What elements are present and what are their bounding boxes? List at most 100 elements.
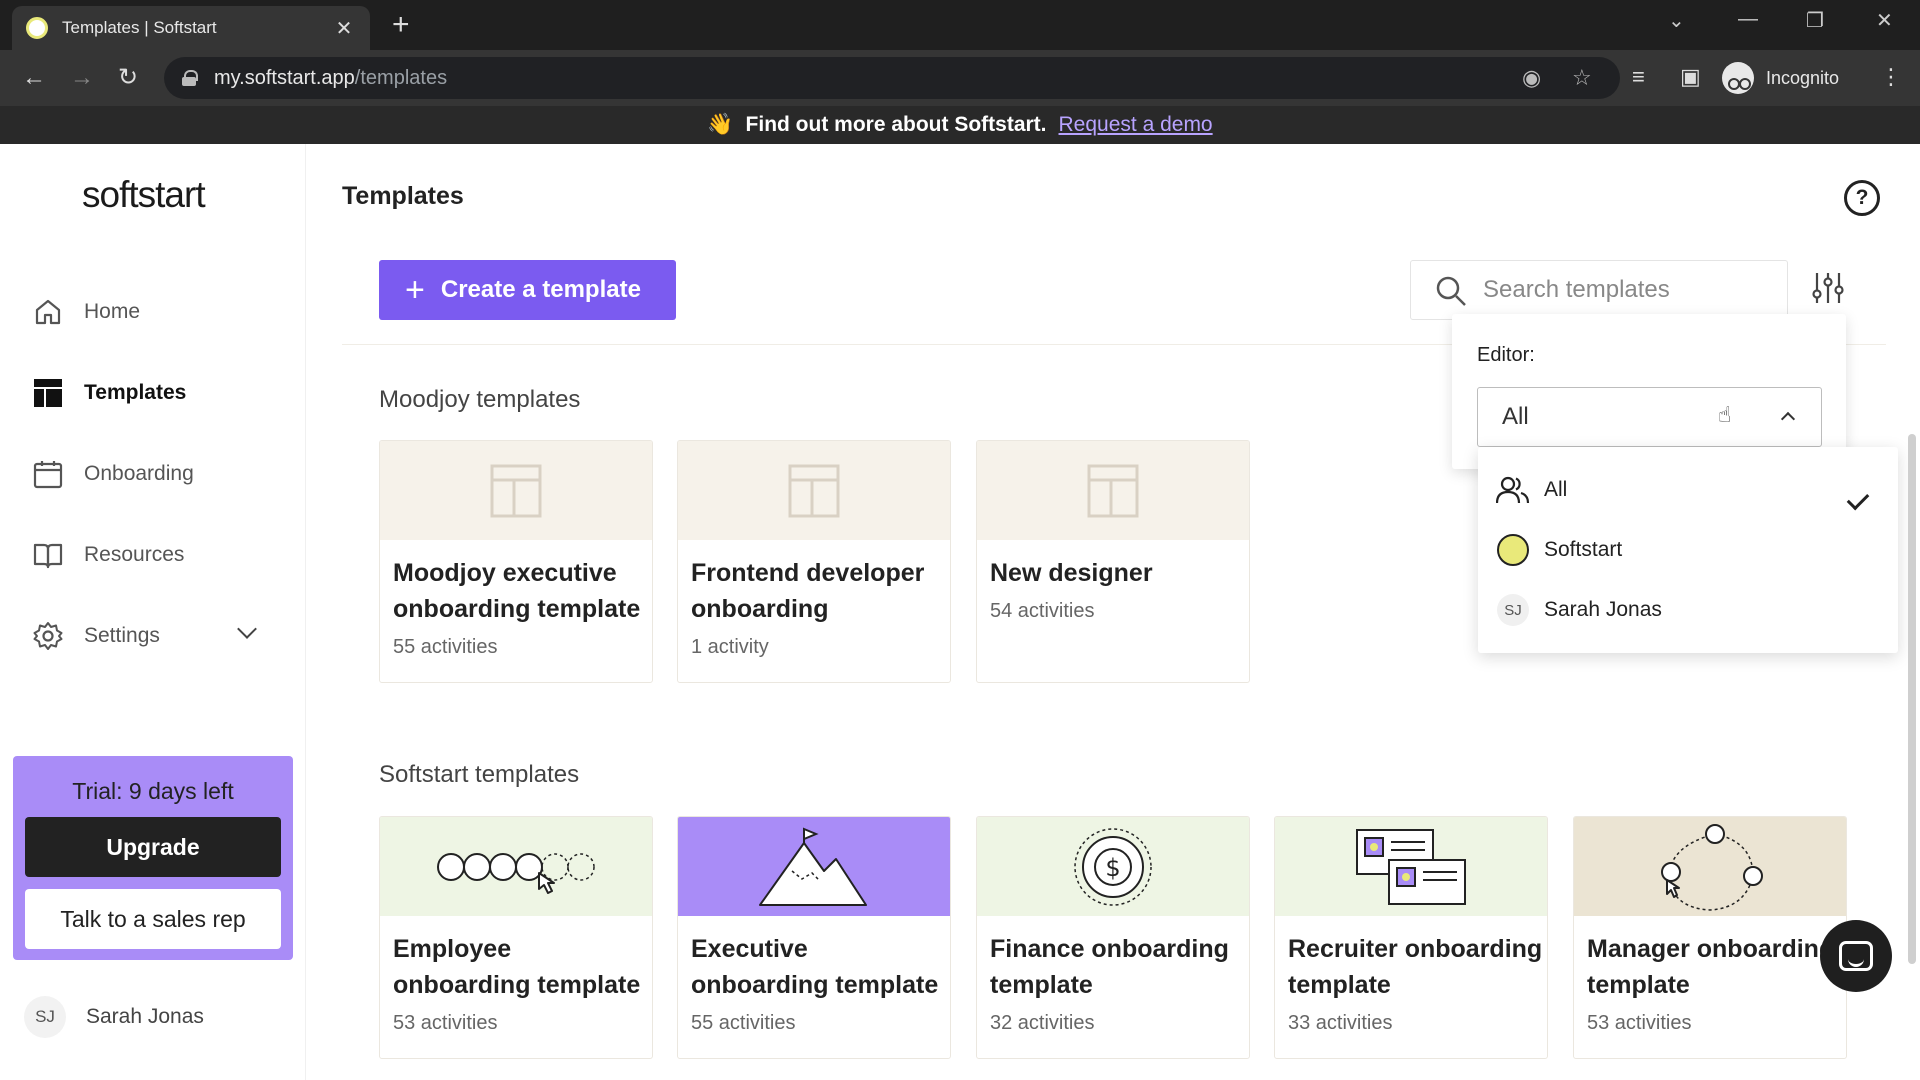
help-icon[interactable]: ? (1844, 180, 1880, 216)
sidebar-item-label: Home (84, 300, 141, 323)
request-demo-link[interactable]: Request a demo (1059, 113, 1213, 137)
softstart-favicon-icon (26, 17, 48, 39)
reload-icon[interactable]: ↻ (118, 64, 138, 92)
template-card-activity-count: 33 activities (1288, 1012, 1393, 1034)
template-card-activity-count: 55 activities (691, 1012, 796, 1034)
incognito-indicator[interactable]: Incognito (1722, 57, 1839, 99)
user-name: Sarah Jonas (86, 1005, 204, 1028)
new-tab-icon[interactable]: + (392, 10, 410, 40)
sidebar-item-label: Resources (84, 543, 185, 566)
browser-tab[interactable]: Templates | Softstart ✕ (12, 6, 370, 50)
create-template-label: Create a template (440, 276, 641, 303)
template-card-activity-count: 32 activities (990, 1012, 1095, 1034)
dollar-coin-illustration-icon: $ (977, 817, 1249, 916)
section-title-softstart: Softstart templates (379, 761, 580, 788)
svg-text:$: $ (1105, 854, 1120, 882)
softstart-logo-icon (1496, 533, 1530, 567)
template-card-title: New designer (990, 559, 1153, 587)
bookmark-star-icon[interactable]: ☆ (1572, 65, 1592, 91)
editor-filter-label: Editor: (1477, 344, 1535, 366)
upgrade-button[interactable]: Upgrade (25, 817, 281, 877)
forward-icon[interactable]: → (70, 64, 94, 92)
editor-filter-popover: Editor: All ☝ (1452, 314, 1846, 469)
option-label: Softstart (1544, 538, 1623, 561)
editor-option-sarah-jonas[interactable]: SJ Sarah Jonas (1496, 588, 1662, 632)
template-card[interactable]: $ Finance onboarding template 32 activit… (976, 816, 1250, 1059)
template-card-activity-count: 55 activities (393, 636, 498, 658)
filter-sliders-icon[interactable] (1810, 270, 1846, 306)
close-window-icon[interactable]: ✕ (1876, 8, 1893, 33)
user-profile[interactable]: SJ Sarah Jonas (24, 996, 204, 1038)
mountain-flag-illustration-icon (678, 817, 950, 916)
connected-nodes-illustration-icon (1574, 817, 1846, 916)
template-card[interactable]: Manager onboarding template 53 activitie… (1573, 816, 1847, 1059)
media-control-icon[interactable]: ≡ (1632, 64, 1645, 90)
chat-launcher-button[interactable] (1820, 920, 1892, 992)
gear-icon (32, 620, 64, 652)
template-card-title: Manager onboarding template (1587, 935, 1835, 999)
restore-icon[interactable]: ❐ (1806, 8, 1824, 33)
editor-select-value: All (1502, 403, 1529, 430)
template-card-activity-count: 53 activities (393, 1012, 498, 1034)
talk-to-sales-button[interactable]: Talk to a sales rep (25, 889, 281, 949)
trial-card: Trial: 9 days left Upgrade Talk to a sal… (13, 756, 293, 960)
tab-search-icon[interactable]: ⌄ (1668, 8, 1685, 33)
sidebar-item-settings[interactable]: Settings (32, 616, 160, 656)
plus-icon: + (405, 271, 425, 309)
candidate-profiles-illustration-icon (1275, 817, 1547, 916)
search-templates-input[interactable]: Search templates (1410, 260, 1788, 320)
chevron-up-icon[interactable] (1780, 411, 1796, 427)
section-title-moodjoy: Moodjoy templates (379, 386, 581, 413)
avatar: SJ (24, 996, 66, 1038)
sidebar-item-home[interactable]: Home (32, 292, 140, 332)
side-panel-icon[interactable]: ▣ (1680, 64, 1701, 90)
minimize-icon[interactable]: — (1738, 8, 1758, 31)
sidebar-item-label: Templates (84, 381, 187, 404)
layout-placeholder-icon (678, 441, 950, 540)
clicking-circles-illustration-icon (380, 817, 652, 916)
close-tab-icon[interactable]: ✕ (332, 16, 356, 41)
announcement-banner: 👋 Find out more about Softstart. Request… (0, 106, 1920, 144)
template-card[interactable]: Moodjoy executive onboarding template 55… (379, 440, 653, 683)
browser-menu-icon[interactable]: ⋮ (1880, 64, 1902, 90)
layout-placeholder-icon (380, 441, 652, 540)
sidebar-item-resources[interactable]: Resources (32, 535, 184, 575)
lock-icon (182, 70, 198, 86)
incognito-icon (1722, 62, 1754, 94)
editor-select[interactable]: All ☝ (1477, 387, 1822, 447)
sidebar-item-label: Settings (84, 624, 160, 647)
sidebar-item-templates[interactable]: Templates (32, 373, 186, 413)
softstart-logo[interactable]: softstart (82, 174, 206, 216)
create-template-button[interactable]: + Create a template (379, 260, 676, 320)
settings-expand-chevron-icon[interactable] (237, 619, 257, 639)
search-icon (1436, 276, 1466, 306)
layout-placeholder-icon (977, 441, 1249, 540)
sidebar-item-onboarding[interactable]: Onboarding (32, 454, 194, 494)
editor-options-list: All Softstart SJ Sarah Jonas (1478, 447, 1898, 653)
banner-text: Find out more about Softstart. (745, 113, 1047, 136)
calendar-icon (32, 458, 64, 490)
template-card-title: Recruiter onboarding template (1288, 935, 1543, 999)
url-path: /templates (354, 66, 448, 89)
editor-option-all[interactable]: All (1496, 468, 1567, 512)
users-icon (1496, 473, 1530, 507)
template-card-title: Executive onboarding template (691, 935, 939, 999)
template-card-title: Moodjoy executive onboarding template (393, 559, 641, 623)
template-card[interactable]: Frontend developer onboarding 1 activity (677, 440, 951, 683)
avatar-initials: SJ (1497, 594, 1529, 626)
tab-title: Templates | Softstart (62, 18, 217, 37)
template-card[interactable]: Employee onboarding template 53 activiti… (379, 816, 653, 1059)
template-card[interactable]: Recruiter onboarding template 33 activit… (1274, 816, 1548, 1059)
address-bar[interactable]: my.softstart.app/templates ◉ ☆ (164, 57, 1620, 99)
avatar: SJ (1496, 593, 1530, 627)
template-card-title: Employee onboarding template (393, 935, 641, 999)
editor-option-softstart[interactable]: Softstart (1496, 528, 1622, 572)
home-icon (32, 296, 64, 328)
browser-tab-strip: Templates | Softstart ✕ + ⌄ — ❐ ✕ (0, 0, 1920, 50)
template-card[interactable]: New designer 54 activities (976, 440, 1250, 683)
back-icon[interactable]: ← (22, 64, 46, 92)
eye-off-icon[interactable]: ◉ (1522, 65, 1541, 91)
template-card[interactable]: Executive onboarding template 55 activit… (677, 816, 951, 1059)
browser-toolbar: ← → ↻ my.softstart.app/templates ◉ ☆ ≡ ▣… (0, 50, 1920, 106)
page-scrollbar[interactable] (1908, 434, 1916, 964)
